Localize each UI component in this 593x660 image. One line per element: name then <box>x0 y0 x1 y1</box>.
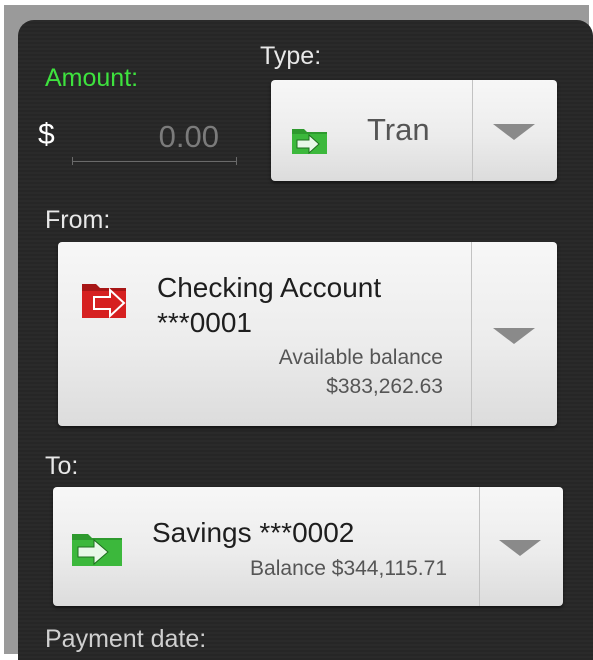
type-value: Tran <box>367 112 430 147</box>
to-account-dropdown[interactable]: Savings ***0002 Balance $344,115.71 <box>53 487 563 606</box>
from-label: From: <box>45 206 111 234</box>
amount-label: Amount: <box>45 64 139 92</box>
incoming-folder-icon <box>72 534 122 566</box>
type-dropdown-divider <box>472 80 473 181</box>
chevron-down-icon <box>493 328 535 344</box>
to-dropdown-divider <box>479 487 480 606</box>
from-balance-value: $383,262.63 <box>326 375 443 398</box>
chevron-down-icon <box>493 124 535 140</box>
to-account: Savings ***0002 <box>152 517 355 548</box>
amount-underline-right <box>236 157 237 165</box>
currency-symbol: $ <box>38 118 55 151</box>
amount-input[interactable] <box>72 112 237 162</box>
chevron-down-icon <box>499 540 541 556</box>
type-dropdown[interactable]: Tran <box>271 80 557 181</box>
from-dropdown-divider <box>471 242 472 426</box>
to-balance: Balance $344,115.71 <box>250 557 447 580</box>
amount-underline-left <box>72 157 73 165</box>
to-label: To: <box>45 452 79 480</box>
type-label: Type: <box>260 42 322 70</box>
from-account-dropdown[interactable]: Checking Account ***0001 Available balan… <box>58 242 557 426</box>
transfer-form-panel: Amount: Type: $ Tran From: Checking Acco… <box>18 20 593 660</box>
from-account-name: Checking Account <box>157 272 382 303</box>
from-balance-label: Available balance <box>278 346 443 369</box>
payment-date-label: Payment date: <box>45 625 207 653</box>
from-account-number: ***0001 <box>157 307 252 338</box>
transfer-folder-icon <box>292 129 327 155</box>
outgoing-folder-icon <box>82 284 126 319</box>
